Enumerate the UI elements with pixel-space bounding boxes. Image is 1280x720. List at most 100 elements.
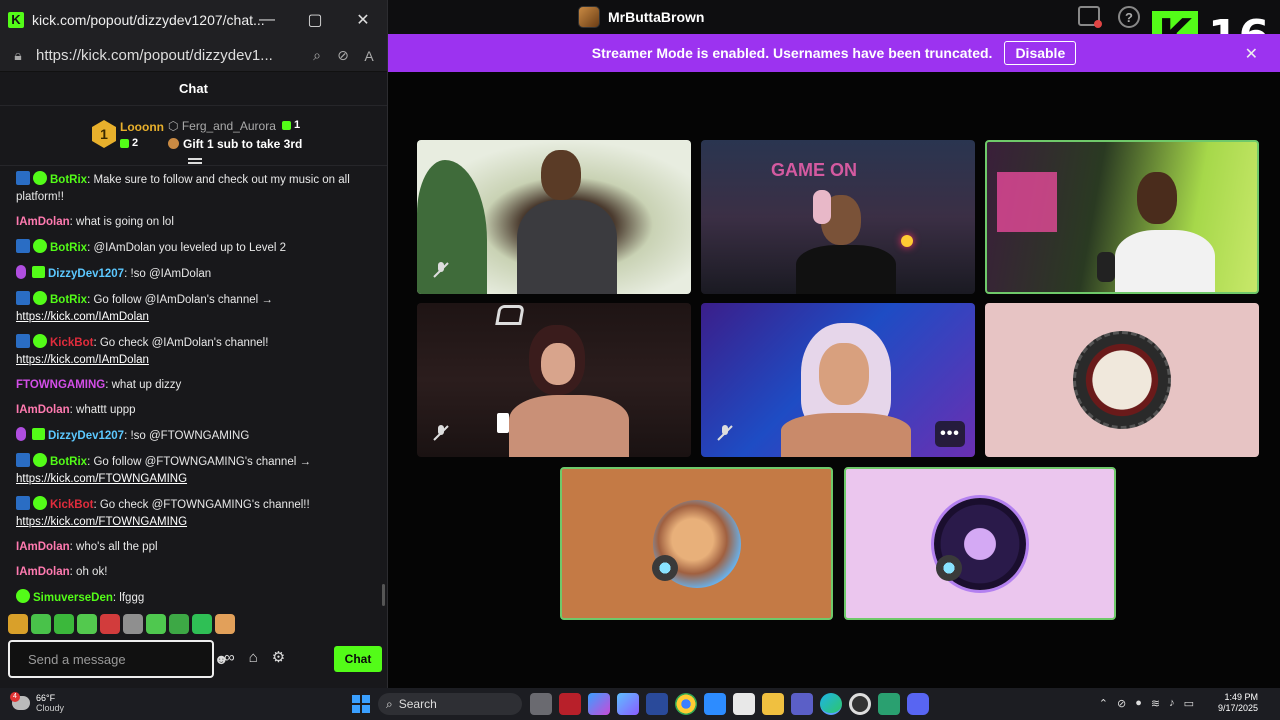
mic-icon[interactable]: ● [1135, 697, 1142, 710]
chat-message-text: : what up dizzy [105, 379, 182, 391]
participant-avatar [1073, 331, 1171, 429]
host-title: MrButtaBrown [578, 6, 704, 28]
chat-username[interactable]: DizzyDev1207 [48, 268, 124, 280]
participant-tile[interactable]: GAME ON [701, 140, 975, 294]
disable-streamer-mode-button[interactable]: Disable [1004, 41, 1077, 65]
chat-username[interactable]: FTOWNGAMING [16, 379, 105, 391]
search-icon: ⌕ [386, 696, 393, 711]
teams-icon[interactable] [791, 693, 813, 715]
app-icon[interactable] [617, 693, 639, 715]
weather-widget[interactable]: 4 66°F Cloudy [10, 692, 64, 713]
minimize-button[interactable]: — [243, 0, 291, 40]
chat-username[interactable]: BotRix [50, 456, 87, 468]
emote-icon[interactable] [192, 614, 212, 634]
weather-notification-badge: 4 [10, 692, 20, 702]
close-icon[interactable]: ✕ [1245, 44, 1258, 64]
participant-tile[interactable] [985, 303, 1259, 457]
chat-link[interactable]: https://kick.com/IAmDolan [16, 354, 149, 366]
participant-tile[interactable] [417, 303, 691, 457]
taskbar-search[interactable]: ⌕ Search [378, 693, 522, 715]
drag-handle-icon[interactable] [188, 158, 202, 160]
chat-username[interactable]: BotRix [50, 242, 87, 254]
emote-icon[interactable] [215, 614, 235, 634]
app-icon[interactable] [646, 693, 668, 715]
chat-message: BotRix: Go follow @IAmDolan's channel → … [16, 291, 372, 326]
chat-send-button[interactable]: Chat [334, 646, 382, 672]
obs-icon[interactable] [849, 693, 871, 715]
chat-username[interactable]: SimuverseDen [33, 592, 113, 604]
chat-message: BotRix: @IAmDolan you leveled up to Leve… [16, 239, 372, 257]
emote-icon[interactable] [123, 614, 143, 634]
chat-link[interactable]: https://kick.com/IAmDolan [16, 311, 149, 323]
participant-tile-speaking[interactable] [844, 467, 1116, 620]
edge-icon[interactable] [820, 693, 842, 715]
sub-badge-icon [32, 428, 45, 440]
chat-username[interactable]: BotRix [50, 174, 87, 186]
chat-username[interactable]: IAmDolan [16, 541, 70, 553]
chat-message-text: : !so @IAmDolan [124, 268, 212, 280]
emote-icon[interactable] [54, 614, 74, 634]
file-explorer-icon[interactable] [762, 693, 784, 715]
task-view-icon[interactable] [530, 693, 552, 715]
chat-link[interactable]: https://kick.com/FTOWNGAMING [16, 473, 187, 485]
chat-scrollbar[interactable] [382, 584, 385, 606]
emote-icon[interactable] [100, 614, 120, 634]
participant-tile-speaking[interactable] [560, 467, 833, 620]
participant-tile[interactable] [417, 140, 691, 294]
copilot-icon[interactable] [588, 693, 610, 715]
volume-icon[interactable]: ♪ [1169, 697, 1175, 710]
chat-message-text: : Go check @IAmDolan's channel! [93, 337, 269, 349]
chat-username[interactable]: DizzyDev1207 [48, 430, 124, 442]
maximize-button[interactable]: ▢ [291, 0, 339, 40]
url-text[interactable]: https://kick.com/popout/dizzydev1... [36, 47, 299, 64]
app-icon[interactable] [559, 693, 581, 715]
close-button[interactable]: ✕ [339, 0, 387, 40]
mic-badge-icon [16, 427, 26, 441]
chat-message-list[interactable]: BotRix: Make sure to follow and check ou… [0, 168, 386, 608]
participant-tile[interactable]: ••• [701, 303, 975, 457]
chat-username[interactable]: BotRix [50, 294, 87, 306]
participant-tile-speaking[interactable] [985, 140, 1259, 294]
gift-to-take-third[interactable]: Gift 1 sub to take 3rd [168, 137, 302, 151]
screen-share-icon[interactable] [1078, 6, 1102, 28]
chat-username[interactable]: KickBot [50, 499, 93, 511]
discord-icon[interactable] [907, 693, 929, 715]
bot-icon [936, 555, 962, 581]
window-title-bar: K kick.com/popout/dizzydev1207/chat... —… [0, 0, 387, 40]
chrome-icon[interactable] [675, 693, 697, 715]
help-icon[interactable]: ? [1118, 6, 1140, 28]
clock[interactable]: 1:49 PM 9/17/2025 [1218, 692, 1258, 714]
chat-username[interactable]: IAmDolan [16, 566, 70, 578]
store-icon[interactable] [733, 693, 755, 715]
network-off-icon[interactable]: ⊘ [1117, 697, 1126, 710]
emote-icon[interactable] [169, 614, 189, 634]
emote-icon[interactable] [146, 614, 166, 634]
emote-icon[interactable] [77, 614, 97, 634]
start-button[interactable] [352, 695, 370, 713]
zoom-icon[interactable]: ⌕ [309, 47, 325, 64]
store-icon[interactable]: ⌂ [249, 649, 258, 666]
chat-link[interactable]: https://kick.com/FTOWNGAMING [16, 516, 187, 528]
chat-username[interactable]: KickBot [50, 337, 93, 349]
chevron-up-icon[interactable]: ⌃ [1099, 697, 1108, 710]
wifi-icon[interactable]: ≋ [1151, 697, 1160, 710]
settings-gear-icon[interactable]: ⚙ [272, 648, 285, 666]
chat-input[interactable] [28, 651, 204, 667]
address-bar[interactable]: 🔒︎ https://kick.com/popout/dizzydev1... … [0, 40, 387, 72]
read-aloud-icon[interactable]: A [361, 48, 377, 64]
battery-icon[interactable]: ▭ [1184, 697, 1194, 710]
leaderboard-first-name: Looonn [120, 120, 164, 134]
emote-icon[interactable] [8, 614, 28, 634]
app-icon[interactable] [878, 693, 900, 715]
tracking-prevention-icon[interactable]: ⊘ [335, 47, 351, 64]
verified-badge-icon [33, 334, 47, 348]
chat-message-text: : !so @FTOWNGAMING [124, 430, 250, 442]
pin-badge-icon [16, 334, 30, 348]
more-options-button[interactable]: ••• [935, 421, 965, 447]
channel-points-icon[interactable]: ∞ [224, 649, 235, 666]
zoom-icon[interactable] [704, 693, 726, 715]
emote-icon[interactable] [31, 614, 51, 634]
chat-username[interactable]: IAmDolan [16, 216, 70, 228]
chat-username[interactable]: IAmDolan [16, 404, 70, 416]
host-name: MrButtaBrown [608, 9, 705, 25]
